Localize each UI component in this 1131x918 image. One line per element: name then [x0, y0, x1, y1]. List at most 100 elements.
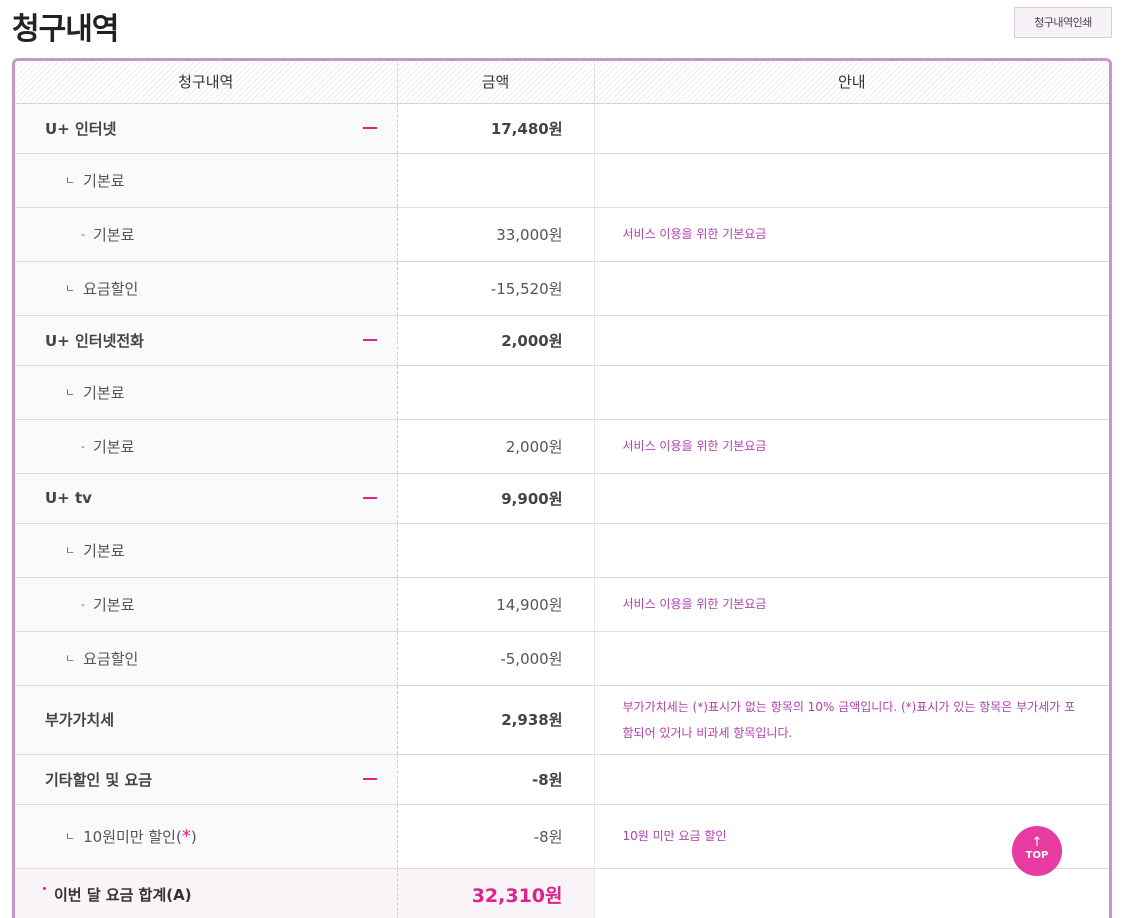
bill-item-row: ㄴ 10원미만 할인(*) -8원 10원 미만 요금 할인: [15, 804, 1109, 869]
amount-cell: -15,520원: [397, 261, 595, 316]
item-name-cell: U+ 인터넷전화: [15, 315, 398, 366]
item-name-cell: - 기본료: [15, 419, 398, 474]
info-cell: [594, 631, 1109, 686]
item-name: 기본료: [83, 171, 125, 190]
item-name: 기본료: [92, 437, 135, 456]
bullet-dot-icon: [43, 886, 46, 890]
dash-marker-icon: -: [81, 597, 85, 611]
info-cell: [594, 315, 1109, 366]
sub-item-marker-icon: ㄴ: [65, 385, 76, 399]
bill-item-row: - 기본료 33,000원 서비스 이용을 위한 기본요금: [15, 207, 1109, 262]
amount-cell: 2,000원: [397, 315, 595, 366]
item-name: U+ 인터넷전화: [45, 331, 144, 350]
amount-cell: -5,000원: [397, 631, 595, 686]
info-cell: 서비스 이용을 위한 기본요금: [594, 207, 1109, 262]
bill-item-row: - 기본료 14,900원 서비스 이용을 위한 기본요금: [15, 577, 1109, 632]
item-name-cell: ㄴ 기본료: [15, 153, 398, 208]
info-cell: [594, 754, 1109, 805]
amount-cell: [397, 523, 595, 578]
item-name: U+ tv: [45, 489, 92, 507]
info-cell: [594, 523, 1109, 578]
amount-cell: 14,900원: [397, 577, 595, 632]
item-name-cell: ㄴ 10원미만 할인(*): [15, 804, 398, 869]
item-name-cell: ㄴ 기본료: [15, 523, 398, 578]
dash-marker-icon: -: [81, 227, 85, 241]
item-name-cell: ㄴ 요금할인: [15, 631, 398, 686]
collapse-minus-icon[interactable]: [362, 339, 377, 341]
arrow-up-icon: ↑: [1031, 835, 1043, 850]
header-info: 안내: [593, 61, 1109, 104]
item-name: 부가가치세: [45, 711, 115, 729]
dash-marker-icon: -: [81, 439, 85, 453]
bill-item-row: ㄴ 기본료: [15, 365, 1109, 420]
amount-cell: 9,900원: [397, 473, 595, 524]
sub-item-marker-icon: ㄴ: [65, 651, 76, 665]
page-title: 청구내역: [12, 12, 119, 47]
item-name: 기본료: [83, 541, 125, 560]
vat-exempt-marker: (*): [175, 825, 197, 847]
bill-table-body: U+ 인터넷 17,480원 ㄴ 기본료 - 기본료 33,000원 서비스 이용을 위한 기…: [15, 103, 1109, 918]
scroll-top-button[interactable]: ↑ TOP: [1012, 826, 1062, 876]
total-amount: 32,310원: [397, 868, 595, 918]
item-name-cell: - 기본료: [15, 207, 398, 262]
amount-cell: [397, 365, 595, 420]
bill-item-row: - 기본료 2,000원 서비스 이용을 위한 기본요금: [15, 419, 1109, 474]
collapse-minus-icon[interactable]: [362, 778, 377, 780]
item-name-cell: 부가가치세: [15, 685, 398, 755]
table-header-row: 청구내역 금액 안내: [15, 61, 1109, 104]
amount-cell: 2,000원: [397, 419, 595, 474]
collapse-minus-icon[interactable]: [362, 497, 377, 499]
item-name: 기본료: [92, 595, 135, 614]
item-name-cell: U+ tv: [15, 473, 398, 524]
service-group-row: U+ tv 9,900원: [15, 473, 1109, 524]
total-row: 이번 달 요금 합계(A) 32,310원: [15, 868, 1109, 918]
item-name: U+ 인터넷: [45, 119, 117, 138]
collapse-minus-icon[interactable]: [362, 127, 377, 129]
total-label-cell: 이번 달 요금 합계(A): [15, 868, 398, 918]
bill-table: 청구내역 금액 안내 U+ 인터넷 17,480원 ㄴ 기본료 - 기본료 33,000원 서…: [15, 61, 1109, 918]
item-name: 기본료: [83, 383, 125, 402]
amount-cell: -8원: [397, 804, 595, 869]
service-group-row: U+ 인터넷전화 2,000원: [15, 315, 1109, 366]
item-name-cell: - 기본료: [15, 577, 398, 632]
sub-item-marker-icon: ㄴ: [65, 543, 76, 557]
info-cell: 서비스 이용을 위한 기본요금: [594, 577, 1109, 632]
item-name-cell: ㄴ 요금할인: [15, 261, 398, 316]
bill-item-row: ㄴ 기본료: [15, 153, 1109, 208]
bill-item-row: ㄴ 요금할인 -5,000원: [15, 631, 1109, 686]
item-name: 요금할인: [83, 279, 139, 298]
service-group-row: U+ 인터넷 17,480원: [15, 103, 1109, 154]
info-cell: [594, 261, 1109, 316]
header-amount: 금액: [396, 61, 594, 104]
print-bill-button[interactable]: 청구내역인쇄: [1014, 7, 1112, 38]
total-label: 이번 달 요금 합계(A): [54, 885, 192, 904]
item-name: 요금할인: [83, 649, 139, 668]
amount-cell: [397, 153, 595, 208]
sub-item-marker-icon: ㄴ: [65, 173, 76, 187]
sub-item-marker-icon: ㄴ: [65, 829, 76, 843]
header-item: 청구내역: [15, 61, 397, 104]
item-name-cell: U+ 인터넷: [15, 103, 398, 154]
info-cell: [594, 153, 1109, 208]
bill-table-container: 청구내역 금액 안내 U+ 인터넷 17,480원 ㄴ 기본료 - 기본료 33,000원 서…: [12, 58, 1112, 918]
amount-cell: 17,480원: [397, 103, 595, 154]
item-name: 기타할인 및 요금: [45, 770, 153, 789]
item-name-cell: ㄴ 기본료: [15, 365, 398, 420]
item-name: 10원미만 할인: [83, 827, 176, 846]
service-group-row: 부가가치세 2,938원 부가가치세는 (*)표시가 없는 항목의 10% 금액입니…: [15, 685, 1109, 755]
info-cell: 부가가치세는 (*)표시가 없는 항목의 10% 금액입니다. (*)표시가 있…: [594, 685, 1109, 755]
info-cell: [594, 473, 1109, 524]
amount-cell: -8원: [397, 754, 595, 805]
bill-item-row: ㄴ 요금할인 -15,520원: [15, 261, 1109, 316]
info-cell: 서비스 이용을 위한 기본요금: [594, 419, 1109, 474]
amount-cell: 2,938원: [397, 685, 595, 755]
item-name: 기본료: [92, 225, 135, 244]
item-name-cell: 기타할인 및 요금: [15, 754, 398, 805]
info-cell: [594, 103, 1109, 154]
service-group-row: 기타할인 및 요금 -8원: [15, 754, 1109, 805]
info-cell: [594, 365, 1109, 420]
amount-cell: 33,000원: [397, 207, 595, 262]
sub-item-marker-icon: ㄴ: [65, 281, 76, 295]
bill-item-row: ㄴ 기본료: [15, 523, 1109, 578]
scroll-top-label: TOP: [1025, 850, 1049, 861]
